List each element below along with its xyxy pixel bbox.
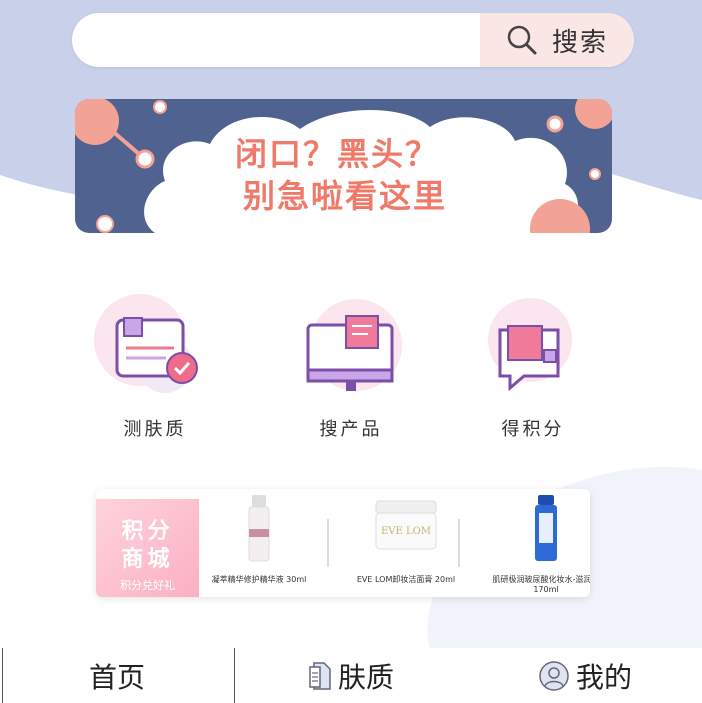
product-name: 肌研极润玻尿酸化妆水-滋润型 170ml [492, 575, 590, 594]
search-bar: 搜索 [72, 13, 634, 67]
jar-brand-text: EVE LOM [381, 526, 431, 537]
earn-points-icon [488, 298, 572, 392]
points-mall-tag[interactable]: 积分 商城 积分兑好礼 [96, 499, 199, 597]
tab-skin-label: 肤质 [337, 660, 394, 694]
mall-title-line-2: 商城 [121, 546, 174, 572]
divider [327, 519, 329, 567]
feature-search-product-label: 搜产品 [319, 419, 383, 440]
mall-subtitle: 积分兑好礼 [120, 579, 175, 592]
feature-skin-test-label: 测肤质 [123, 419, 187, 440]
feature-skin-test[interactable]: 测肤质 [70, 280, 240, 450]
promo-banner[interactable]: 闭口？黑头？ 别急啦看这里 [75, 99, 612, 233]
product-name: 凝萃精华修护精华液 30ml [211, 575, 307, 584]
banner-line-1: 闭口？黑头？ [235, 135, 440, 173]
serum-bottle-image [248, 495, 270, 562]
cleanser-jar-image: EVE LOM [375, 500, 437, 550]
product-serum[interactable]: 凝萃精华修护精华液 30ml [199, 489, 319, 597]
search-product-icon [306, 299, 402, 391]
skin-test-icon [94, 294, 198, 393]
search-button-label: 搜索 [551, 27, 608, 58]
tab-mine[interactable]: 我的 [468, 648, 702, 703]
product-toner[interactable]: 肌研极润玻尿酸化妆水-滋润型 170ml [486, 489, 590, 597]
banner-line-2: 别急啦看这里 [243, 177, 448, 215]
product-name: EVE LOM卸妆洁面膏 20ml [356, 575, 456, 584]
search-icon [507, 25, 537, 55]
tab-mine-label: 我的 [575, 660, 632, 694]
feature-earn-points-label: 得积分 [501, 419, 565, 440]
search-button[interactable]: 搜索 [480, 13, 634, 67]
tab-skin[interactable]: 肤质 [234, 648, 468, 703]
bottom-tab-bar: 首页 肤质 我的 [0, 648, 702, 703]
product-cleanser[interactable]: EVE LOM EVE LOM卸妆洁面膏 20ml [346, 489, 466, 597]
user-icon [539, 660, 569, 691]
feature-earn-points[interactable]: 得积分 [448, 280, 618, 450]
toner-bottle-image [535, 495, 557, 561]
points-mall-card[interactable]: 积分 商城 积分兑好礼 凝萃精华修护精华液 30ml EVE LOM EVE L… [96, 489, 590, 597]
document-icon [309, 661, 331, 690]
search-input[interactable] [92, 23, 476, 59]
divider [458, 519, 460, 567]
tab-home-label: 首页 [88, 660, 145, 694]
feature-search-product[interactable]: 搜产品 [266, 280, 436, 450]
tab-home[interactable]: 首页 [0, 648, 234, 703]
